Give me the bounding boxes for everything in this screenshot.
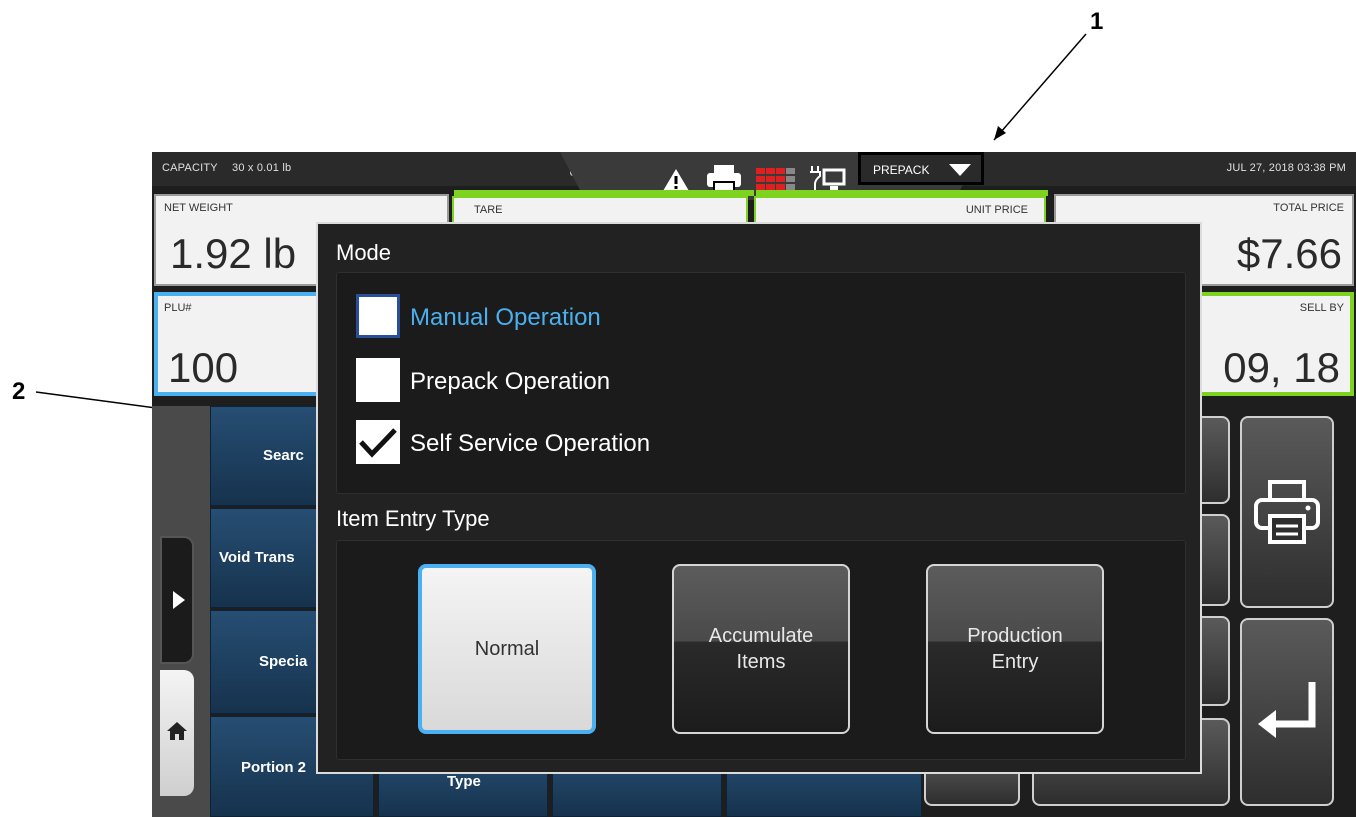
nav-tile-void-label: Void Trans <box>219 549 295 566</box>
entry-production-button[interactable]: Production Entry <box>926 564 1104 734</box>
callout-2: 2 <box>12 378 26 405</box>
enter-button[interactable] <box>1240 618 1334 806</box>
unit-price-label: UNIT PRICE <box>965 204 1028 216</box>
self-service-operation-checkbox[interactable] <box>356 420 400 464</box>
capacity-value: 30 x 0.01 lb <box>232 162 292 174</box>
self-service-operation-label[interactable]: Self Service Operation <box>410 430 650 458</box>
printer-icon <box>1254 480 1320 544</box>
prepack-operation-label[interactable]: Prepack Operation <box>410 368 610 396</box>
home-icon <box>167 722 187 740</box>
total-price-value: $7.66 <box>1236 230 1342 277</box>
expand-tab[interactable] <box>160 536 194 664</box>
home-tab[interactable] <box>160 670 194 796</box>
net-weight-label: NET WEIGHT <box>164 202 233 214</box>
total-price-label: TOTAL PRICE <box>1273 202 1344 214</box>
keypad-grid-icon[interactable] <box>756 168 796 190</box>
enter-arrow-icon <box>1258 682 1316 738</box>
manual-operation-checkbox[interactable] <box>356 294 400 338</box>
network-computer-icon[interactable] <box>808 164 846 192</box>
tare-label: TARE <box>474 204 503 216</box>
entry-normal-label: Normal <box>474 638 540 660</box>
nav-tile-portion-label: Portion 2 <box>241 759 307 776</box>
mode-dropdown-label: PREPACK <box>873 163 930 177</box>
net-weight-value: 1.92 lb <box>170 230 297 277</box>
nav-tile-search-label: Searc <box>263 447 304 464</box>
entry-accumulate-button[interactable]: Accumulate Items <box>672 564 850 734</box>
entry-production-line2: Entry <box>991 651 1039 673</box>
mode-settings-dialog: Mode Manual Operation Prepack Operation … <box>316 222 1202 774</box>
callout-1: 1 <box>1090 8 1104 35</box>
entry-accumulate-line2: Items <box>736 651 786 673</box>
entry-accumulate-line1: Accumulate <box>708 625 814 647</box>
sell-by-panel[interactable]: SELL BY 09, 18 <box>1192 292 1354 396</box>
chevron-right-icon <box>173 591 185 609</box>
nav-tile-special-label: Specia <box>259 653 308 670</box>
checkmark-icon <box>359 428 397 458</box>
plu-value: 100 <box>168 344 239 391</box>
datetime: JUL 27, 2018 03:38 PM <box>1226 162 1346 174</box>
item-entry-section-title: Item Entry Type <box>336 506 490 531</box>
nav-tile-type-label: Type <box>447 773 481 790</box>
mode-dropdown[interactable]: PREPACK <box>858 152 984 185</box>
sell-by-label: SELL BY <box>1299 302 1344 314</box>
sell-by-value: 09, 18 <box>1223 344 1340 391</box>
entry-production-line1: Production <box>967 625 1063 647</box>
print-button[interactable] <box>1240 416 1334 608</box>
prepack-operation-checkbox[interactable] <box>356 358 400 402</box>
manual-operation-label[interactable]: Manual Operation <box>410 304 601 332</box>
mode-section-title: Mode <box>336 240 392 265</box>
warning-icon[interactable] <box>662 168 690 192</box>
entry-normal-button[interactable]: Normal <box>418 564 596 734</box>
chevron-down-icon <box>949 164 971 176</box>
capacity-label: CAPACITY <box>162 162 218 174</box>
plu-label: PLU# <box>164 302 192 314</box>
